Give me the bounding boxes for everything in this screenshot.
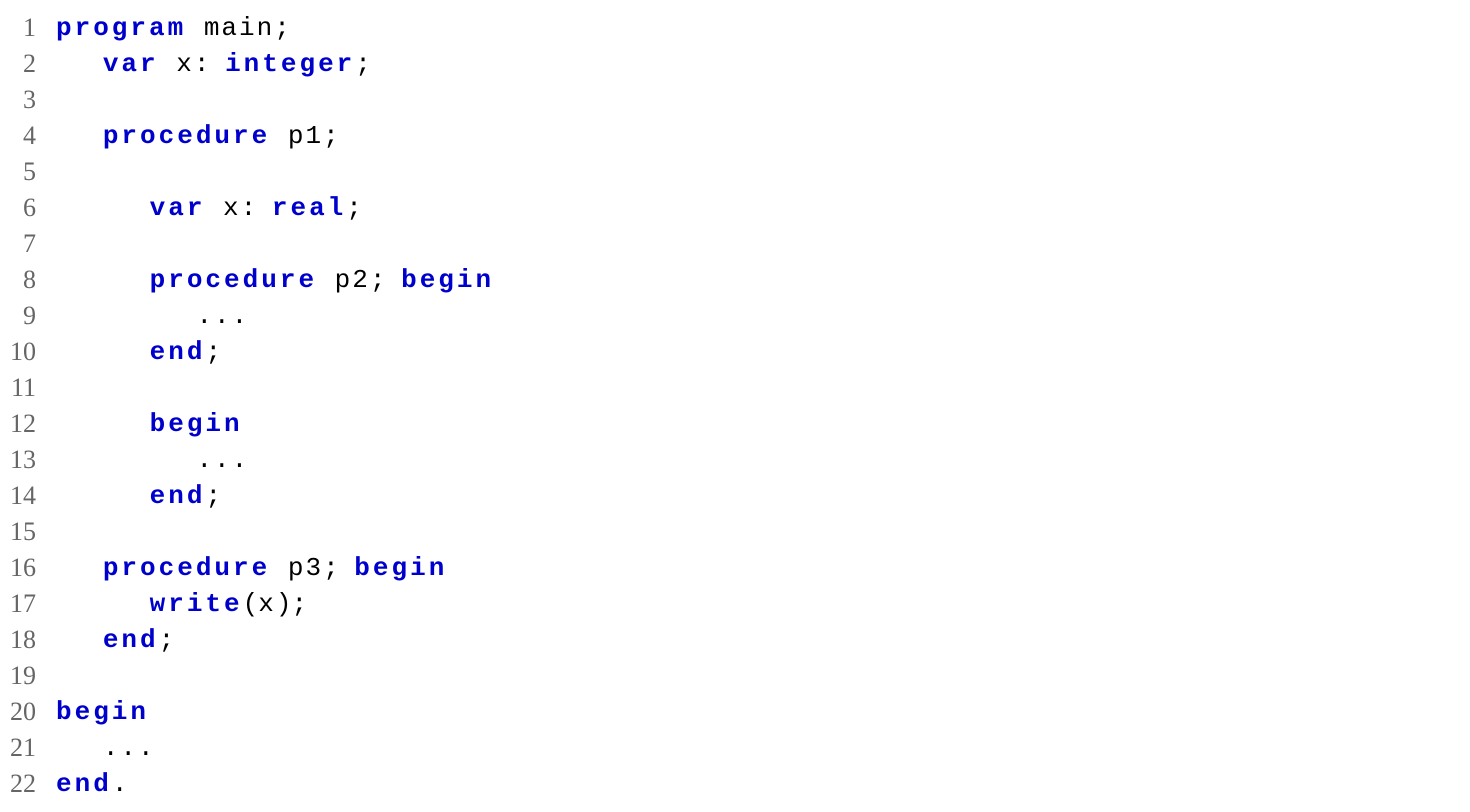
line-number: 10: [10, 334, 36, 370]
identifier: p1: [270, 121, 323, 151]
line-number: 14: [10, 478, 36, 514]
keyword: begin: [56, 697, 149, 727]
punctuation: :: [241, 193, 272, 223]
code-line: [56, 82, 494, 118]
code-content: program main; var x: integer; procedure …: [56, 10, 494, 802]
code-line: ...: [56, 442, 494, 478]
code-line: end.: [56, 766, 494, 802]
punctuation: (: [243, 589, 259, 619]
code-line: end;: [56, 622, 494, 658]
identifier: p2: [317, 265, 370, 295]
punctuation: ;: [323, 553, 354, 583]
keyword: end: [56, 769, 112, 799]
line-number: 17: [10, 586, 36, 622]
punctuation: ;: [159, 625, 175, 655]
code-block: 1 2 3 4 5 6 7 8 9 10 11 12 13 14 15 16 1…: [10, 10, 1460, 802]
ellipsis: ...: [196, 301, 249, 331]
keyword: end: [150, 481, 206, 511]
line-number: 8: [10, 262, 36, 298]
identifier: x: [205, 193, 240, 223]
keyword: var: [150, 193, 206, 223]
keyword: integer: [225, 49, 355, 79]
code-line: var x: integer;: [56, 46, 494, 82]
line-number: 16: [10, 550, 36, 586]
ellipsis: ...: [196, 445, 249, 475]
punctuation: ;: [355, 49, 371, 79]
keyword: var: [103, 49, 159, 79]
line-number: 15: [10, 514, 36, 550]
code-line: procedure p1;: [56, 118, 494, 154]
keyword: begin: [354, 553, 447, 583]
keyword: end: [103, 625, 159, 655]
code-line: ...: [56, 298, 494, 334]
code-line: procedure p2; begin: [56, 262, 494, 298]
keyword: begin: [401, 265, 494, 295]
line-number: 20: [10, 694, 36, 730]
code-line: [56, 226, 494, 262]
identifier: x: [159, 49, 194, 79]
code-line: var x: real;: [56, 190, 494, 226]
line-number: 13: [10, 442, 36, 478]
code-line: end;: [56, 478, 494, 514]
line-number: 21: [10, 730, 36, 766]
line-number: 7: [10, 226, 36, 262]
ellipsis: ...: [103, 733, 156, 763]
line-number: 19: [10, 658, 36, 694]
punctuation: :: [194, 49, 225, 79]
code-line: begin: [56, 694, 494, 730]
punctuation: );: [276, 589, 307, 619]
code-line: procedure p3; begin: [56, 550, 494, 586]
line-number: 18: [10, 622, 36, 658]
punctuation: ;: [346, 193, 362, 223]
punctuation: ;: [205, 481, 221, 511]
line-number: 22: [10, 766, 36, 802]
keyword: real: [272, 193, 346, 223]
punctuation: ;: [323, 121, 339, 151]
code-line: [56, 514, 494, 550]
keyword: begin: [150, 409, 243, 439]
code-line: ...: [56, 730, 494, 766]
code-line: [56, 154, 494, 190]
line-number: 2: [10, 46, 36, 82]
line-number: 6: [10, 190, 36, 226]
code-line: write(x);: [56, 586, 494, 622]
punctuation: .: [112, 769, 128, 799]
line-number: 5: [10, 154, 36, 190]
keyword: end: [150, 337, 206, 367]
keyword: procedure: [103, 121, 270, 151]
line-number: 4: [10, 118, 36, 154]
keyword: write: [150, 589, 243, 619]
code-line: program main;: [56, 10, 494, 46]
line-number: 11: [10, 370, 36, 406]
code-line: [56, 370, 494, 406]
keyword: program: [56, 13, 186, 43]
punctuation: ;: [370, 265, 401, 295]
line-number: 3: [10, 82, 36, 118]
line-number: 1: [10, 10, 36, 46]
code-line: begin: [56, 406, 494, 442]
line-number: 9: [10, 298, 36, 334]
punctuation: ;: [205, 337, 221, 367]
line-number: 12: [10, 406, 36, 442]
punctuation: ;: [274, 13, 290, 43]
identifier: main: [186, 13, 274, 43]
keyword: procedure: [150, 265, 317, 295]
code-line: end;: [56, 334, 494, 370]
keyword: procedure: [103, 553, 270, 583]
identifier: x: [258, 589, 276, 619]
identifier: p3: [270, 553, 323, 583]
code-line: [56, 658, 494, 694]
line-number-gutter: 1 2 3 4 5 6 7 8 9 10 11 12 13 14 15 16 1…: [10, 10, 56, 802]
